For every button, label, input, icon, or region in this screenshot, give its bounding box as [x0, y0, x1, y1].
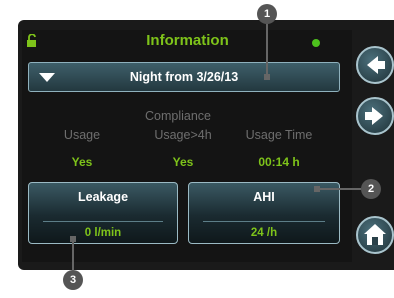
ahi-title: AHI	[253, 190, 275, 204]
callout-1-leader	[266, 24, 268, 76]
forward-button[interactable]	[356, 97, 394, 135]
back-arrow-icon	[367, 56, 385, 74]
status-indicator	[312, 39, 320, 47]
leakage-value: 0 l/min	[84, 227, 122, 239]
usage-time-value: 00:14 h	[258, 155, 300, 169]
ahi-value: 24 /h	[250, 227, 278, 239]
callout-2-anchor	[314, 186, 320, 192]
home-button[interactable]	[356, 216, 394, 254]
callout-3: 3	[63, 270, 83, 290]
back-button[interactable]	[356, 46, 394, 84]
callout-2-leader	[316, 188, 361, 190]
usage-4h-value: Yes	[172, 155, 194, 169]
leakage-card[interactable]: Leakage 0 l/min	[28, 182, 178, 244]
divider	[203, 221, 325, 222]
callout-3-leader	[72, 240, 74, 270]
usage-header: Usage	[63, 128, 101, 142]
usage-4h-header: Usage>4h	[154, 128, 212, 142]
usage-value: Yes	[71, 155, 93, 169]
leakage-title: Leakage	[77, 190, 129, 204]
night-selector-label: Night from 3/26/13	[129, 70, 239, 84]
forward-arrow-icon	[365, 107, 383, 125]
callout-1: 1	[257, 4, 277, 24]
divider	[43, 221, 163, 222]
callout-3-anchor	[70, 236, 76, 242]
callout-2: 2	[361, 179, 381, 199]
night-selector-dropdown[interactable]: Night from 3/26/13	[28, 62, 340, 92]
compliance-heading: Compliance	[144, 109, 211, 123]
usage-time-header: Usage Time	[245, 128, 313, 142]
callout-1-anchor	[264, 74, 270, 80]
home-icon	[364, 224, 386, 245]
